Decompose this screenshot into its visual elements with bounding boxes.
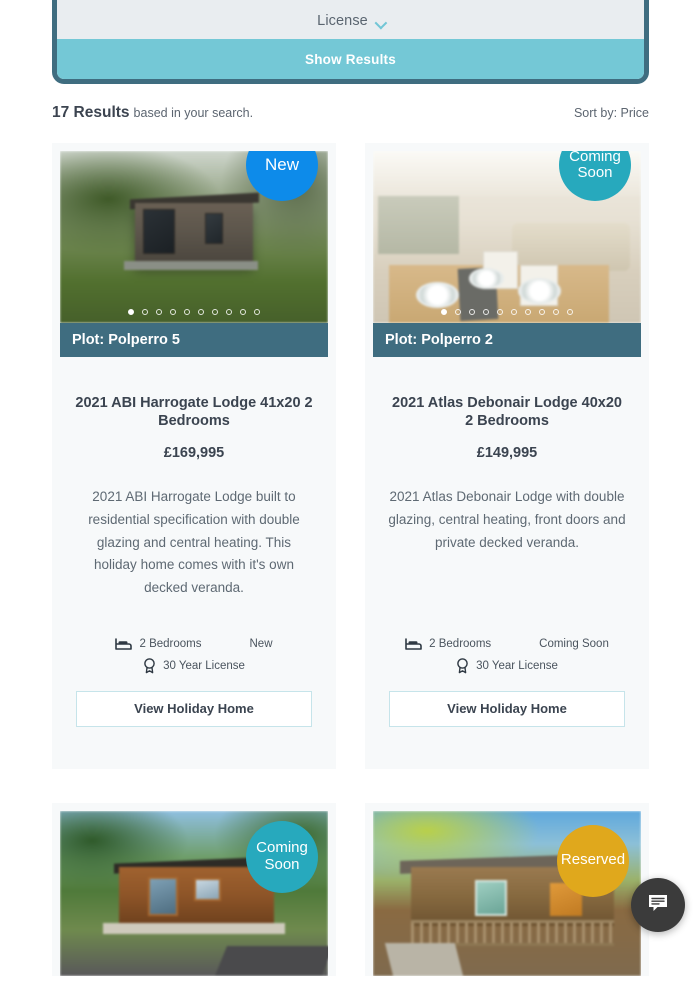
spec-row-primary: 2 Bedrooms Coming Soon — [383, 638, 631, 650]
bedrooms-spec: 2 Bedrooms — [115, 637, 202, 650]
results-count-sub: based in your search. — [133, 106, 254, 120]
plot-banner: Plot: Polperro 2 — [373, 323, 641, 357]
property-title: 2021 Atlas Debonair Lodge 40x20 2 Bedroo… — [392, 395, 622, 429]
license-spec: 30 Year License — [456, 657, 558, 674]
carousel-dot[interactable] — [212, 309, 218, 315]
card-media[interactable]: Coming Soon — [373, 151, 641, 323]
card-body: 2021 ABI Harrogate Lodge 41x20 2 Bedroom… — [60, 357, 328, 600]
carousel-dot[interactable] — [483, 309, 489, 315]
property-card[interactable]: Coming Soon Plot: Polperro 2 2021 Atlas … — [365, 143, 649, 769]
license-filter-label: License — [317, 13, 368, 29]
chevron-down-icon — [374, 16, 388, 30]
card-body: 2021 Atlas Debonair Lodge 40x20 2 Bedroo… — [373, 357, 641, 600]
carousel-dots[interactable] — [60, 309, 328, 315]
results-page: License Show Results 17 Results based in … — [0, 0, 700, 988]
sort-by-control[interactable]: Sort by: Price — [574, 106, 649, 120]
card-specs: 2 Bedrooms New 30 Year License View Holi… — [60, 638, 328, 727]
license-filter[interactable]: License — [57, 0, 644, 39]
card-specs: 2 Bedrooms Coming Soon 30 Year License V… — [373, 638, 641, 727]
spec-row-license: 30 Year License — [383, 657, 631, 674]
spec-row-primary: 2 Bedrooms New — [70, 638, 318, 650]
property-title: 2021 ABI Harrogate Lodge 41x20 2 Bedroom… — [75, 395, 313, 429]
carousel-dot[interactable] — [553, 309, 559, 315]
carousel-dot[interactable] — [469, 309, 475, 315]
license-label: 30 Year License — [476, 659, 558, 672]
carousel-dot[interactable] — [198, 309, 204, 315]
card-media[interactable]: Coming Soon — [60, 810, 328, 976]
carousel-dot[interactable] — [170, 309, 176, 315]
show-results-button[interactable]: Show Results — [57, 39, 644, 79]
chat-widget-button[interactable] — [631, 878, 685, 932]
carousel-dot[interactable] — [226, 309, 232, 315]
property-price: £149,995 — [476, 445, 538, 462]
property-card[interactable]: New Plot: Polperro 5 2021 ABI Harrogate … — [52, 143, 336, 769]
plot-banner: Plot: Polperro 5 — [60, 323, 328, 357]
carousel-dot[interactable] — [525, 309, 531, 315]
carousel-dot[interactable] — [455, 309, 461, 315]
carousel-dot[interactable] — [567, 309, 573, 315]
bed-icon — [405, 637, 422, 650]
results-count-number: 17 Results — [52, 104, 130, 121]
card-media[interactable]: New — [60, 151, 328, 323]
view-holiday-home-button[interactable]: View Holiday Home — [76, 690, 312, 727]
bed-icon — [115, 637, 133, 650]
carousel-dot[interactable] — [184, 309, 190, 315]
property-price: £169,995 — [163, 445, 225, 462]
results-bar: 17 Results based in your search. Sort by:… — [52, 104, 649, 122]
view-holiday-home-button[interactable]: View Holiday Home — [389, 690, 625, 727]
status-badge[interactable]: Reserved — [557, 824, 629, 897]
award-ribbon-icon — [456, 657, 469, 674]
property-card[interactable]: Reserved — [365, 802, 649, 976]
chat-bubble-icon — [645, 890, 671, 921]
carousel-dots[interactable] — [373, 309, 641, 315]
license-label: 30 Year License — [163, 659, 245, 672]
status-label: Coming Soon — [539, 637, 609, 650]
carousel-dot[interactable] — [128, 309, 134, 315]
carousel-dot[interactable] — [497, 309, 503, 315]
property-description: 2021 ABI Harrogate Lodge built to reside… — [88, 489, 300, 596]
card-footer-spacer — [60, 727, 328, 769]
bedrooms-label: 2 Bedrooms — [429, 637, 492, 650]
bedrooms-spec: 2 Bedrooms — [405, 638, 491, 650]
filter-panel: License Show Results — [52, 0, 649, 84]
results-count: 17 Results based in your search. — [52, 104, 253, 122]
status-label: New — [249, 637, 273, 650]
carousel-dot[interactable] — [511, 309, 517, 315]
carousel-dot[interactable] — [441, 309, 447, 315]
bedrooms-label: 2 Bedrooms — [139, 637, 202, 650]
results-grid: New Plot: Polperro 5 2021 ABI Harrogate … — [52, 143, 649, 976]
card-media[interactable]: Reserved — [373, 810, 641, 976]
spec-row-license: 30 Year License — [70, 657, 318, 674]
card-footer-spacer — [373, 727, 641, 769]
award-ribbon-icon — [143, 657, 156, 674]
status-badge[interactable]: Coming Soon — [246, 820, 318, 893]
carousel-dot[interactable] — [539, 309, 545, 315]
carousel-dot[interactable] — [156, 309, 162, 315]
carousel-dot[interactable] — [240, 309, 246, 315]
carousel-dot[interactable] — [142, 309, 148, 315]
carousel-dot[interactable] — [254, 309, 260, 315]
property-description: 2021 Atlas Debonair Lodge with double gl… — [388, 489, 626, 550]
property-card[interactable]: Coming Soon — [52, 802, 336, 976]
license-spec: 30 Year License — [143, 657, 245, 674]
